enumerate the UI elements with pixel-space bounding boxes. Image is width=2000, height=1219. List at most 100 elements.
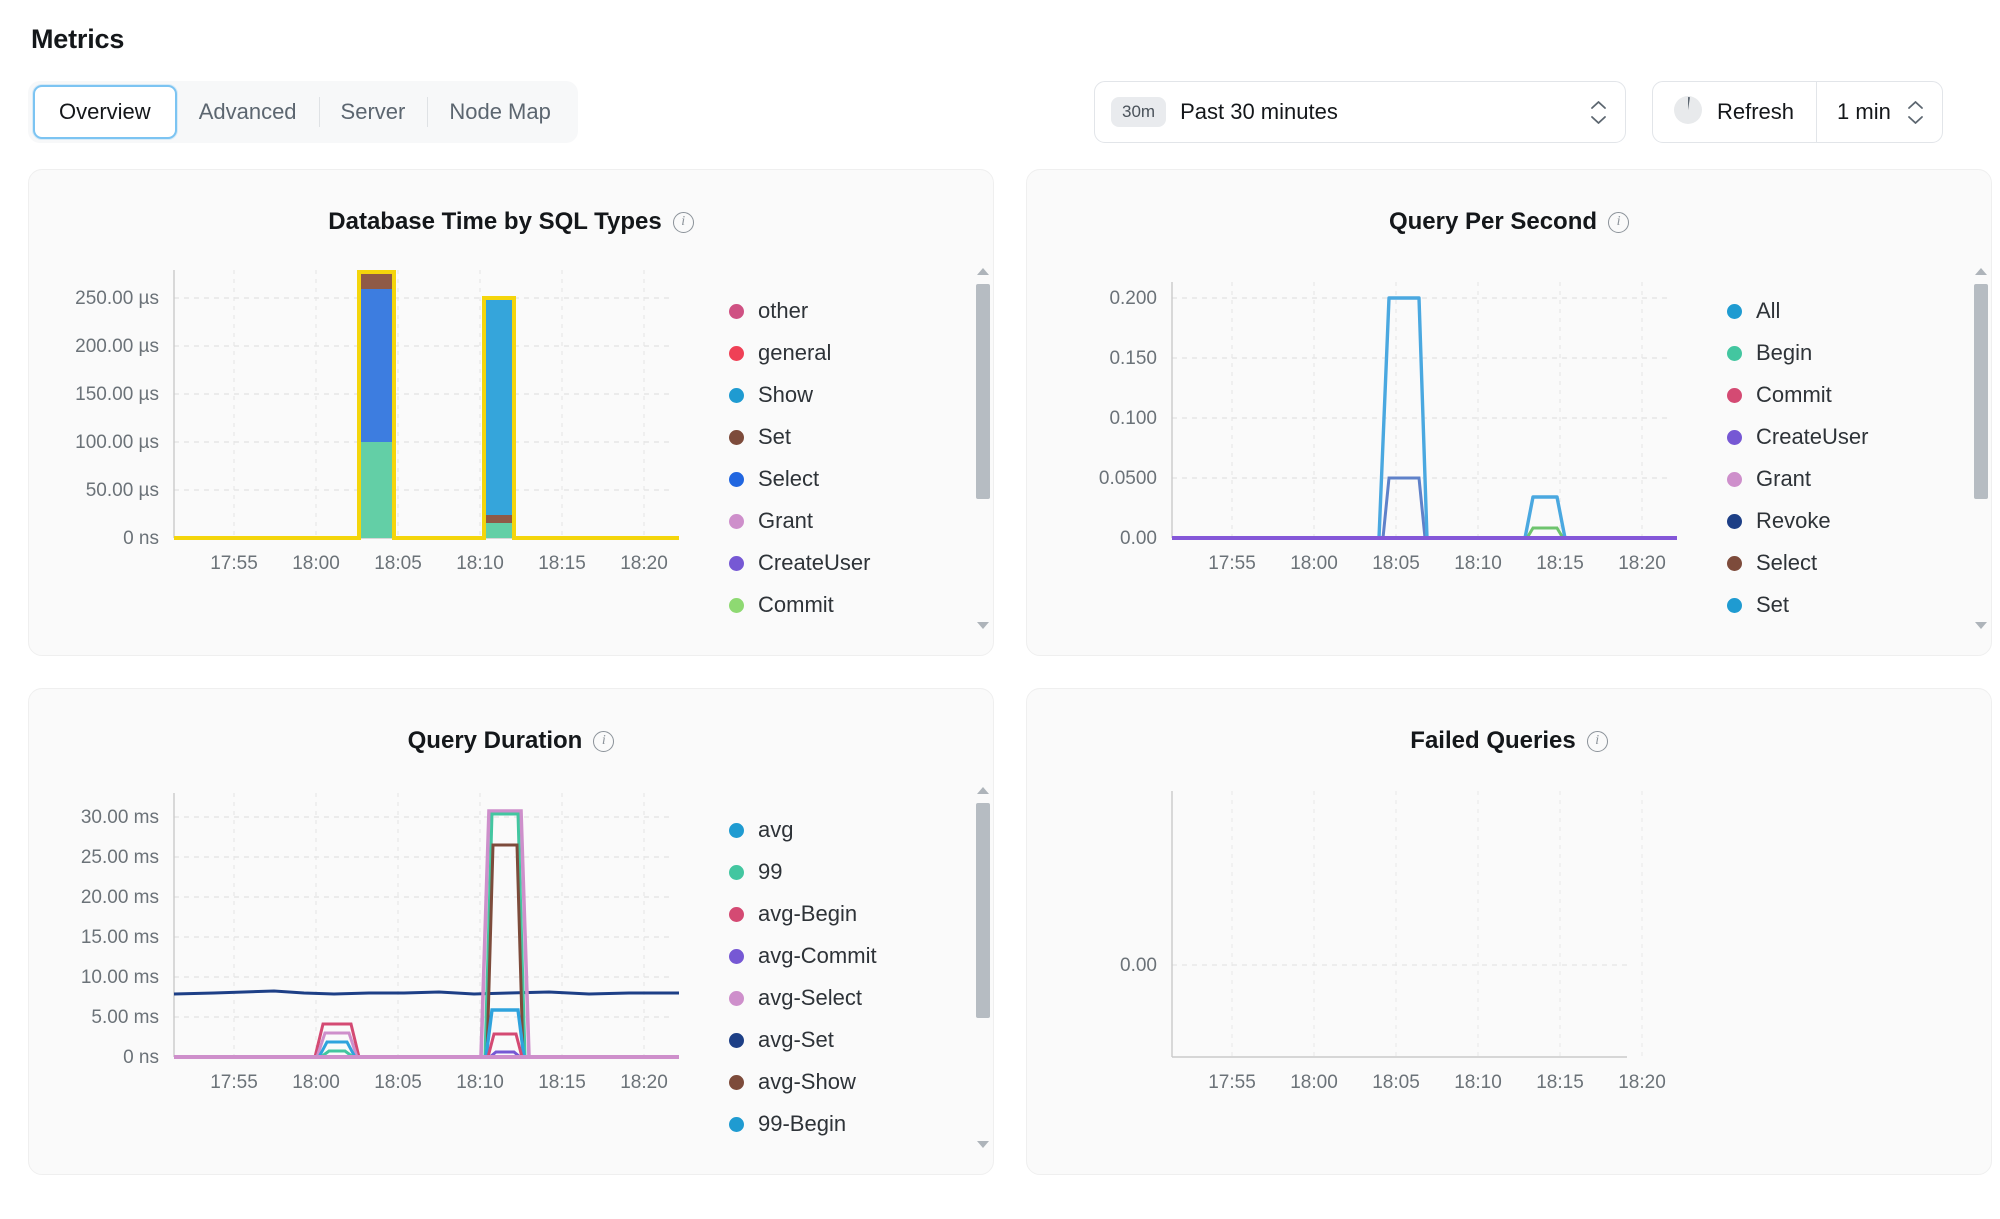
scrollbar-track[interactable] (1974, 282, 1988, 615)
legend-color-dot (729, 864, 744, 880)
legend-label: Revoke (1756, 508, 1831, 533)
x-tick: 18:15 (1536, 1072, 1584, 1093)
info-icon[interactable]: i (593, 730, 615, 752)
legend-item[interactable]: Grant (729, 500, 973, 542)
plot-area-database-time[interactable]: 250.00 µs 200.00 µs 150.00 µs 100.00 µs … (29, 262, 729, 633)
legend-scrollbar[interactable] (1973, 268, 1989, 629)
legend-color-dot (729, 429, 744, 445)
plot-area-failed-queries[interactable]: 0.00 17:55 18:00 18:05 18:10 18:15 18:20 (1027, 781, 1993, 1152)
info-icon[interactable]: i (672, 211, 694, 233)
x-tick: 17:55 (1208, 553, 1256, 574)
legend-item[interactable]: avg-Set (729, 1019, 973, 1061)
legend-label: Grant (1756, 466, 1812, 491)
info-icon[interactable]: i (1608, 211, 1630, 233)
legend-color-dot (729, 513, 744, 529)
legend-list: All Begin Commit CreateUser Grant Revoke… (1727, 290, 1971, 626)
refresh-group: Refresh 1 min (1652, 81, 1943, 143)
legend-scrollbar[interactable] (975, 268, 991, 629)
legend-item[interactable]: Set (1727, 584, 1971, 626)
legend-item[interactable]: other (729, 290, 973, 332)
scrollbar-track[interactable] (976, 801, 990, 1134)
scroll-down-arrow-icon[interactable] (977, 622, 989, 629)
card-title: Query Per Second i (1027, 170, 1991, 236)
x-tick: 18:15 (538, 553, 586, 574)
legend-scrollbar[interactable] (975, 787, 991, 1148)
legend-item[interactable]: All (1727, 290, 1971, 332)
legend-item[interactable]: avg-Select (729, 977, 973, 1019)
legend-label: avg-Begin (758, 901, 858, 926)
legend-color-dot (729, 597, 744, 613)
legend-color-dot (729, 906, 744, 922)
legend-item[interactable]: CreateUser (1727, 416, 1971, 458)
legend-item[interactable]: Commit (1727, 374, 1971, 416)
legend-item[interactable]: Revoke (1727, 500, 1971, 542)
card-title: Query Duration i (29, 689, 993, 755)
card-title: Database Time by SQL Types i (29, 170, 993, 236)
legend-item[interactable]: avg-Show (729, 1061, 973, 1103)
toolbar: Overview Advanced Server Node Map 30m Pa… (28, 81, 1972, 143)
x-tick: 18:10 (1454, 1072, 1502, 1093)
scroll-down-arrow-icon[interactable] (977, 1141, 989, 1148)
y-tick: 150.00 µs (75, 384, 159, 405)
refresh-interval-select[interactable]: 1 min (1816, 82, 1942, 142)
scrollbar-thumb[interactable] (976, 284, 990, 499)
chevron-updown-icon[interactable] (1590, 100, 1607, 125)
y-tick: 0.150 (1109, 348, 1157, 369)
refresh-spinner-icon (1673, 95, 1703, 130)
tab-overview[interactable]: Overview (33, 85, 177, 139)
info-icon[interactable]: i (1586, 730, 1608, 752)
legend-item[interactable]: Set (729, 416, 973, 458)
legend-color-dot (1727, 387, 1742, 403)
tab-node-map[interactable]: Node Map (427, 86, 573, 138)
legend-label: Begin (1756, 340, 1813, 365)
scroll-up-arrow-icon[interactable] (977, 268, 989, 275)
legend-label: avg-Commit (758, 943, 877, 968)
legend-item[interactable]: 99 (729, 851, 973, 893)
legend-label: Select (1756, 550, 1818, 575)
tab-server[interactable]: Server (318, 86, 428, 138)
y-tick: 200.00 µs (75, 336, 159, 357)
legend-item[interactable]: avg-Commit (729, 935, 973, 977)
chart-grid: Database Time by SQL Types i 250.00 µs 2… (28, 169, 1992, 1175)
legend-item[interactable]: Select (1727, 542, 1971, 584)
legend-item[interactable]: Select (729, 458, 973, 500)
x-tick: 18:10 (456, 553, 504, 574)
legend-color-dot (729, 1074, 744, 1090)
x-tick: 18:15 (538, 1072, 586, 1093)
scrollbar-track[interactable] (976, 282, 990, 615)
scroll-down-arrow-icon[interactable] (1975, 622, 1987, 629)
scrollbar-thumb[interactable] (976, 803, 990, 1018)
legend-item[interactable]: general (729, 332, 973, 374)
legend-item[interactable]: avg-Begin (729, 893, 973, 935)
chart-body: 30.00 ms 25.00 ms 20.00 ms 15.00 ms 10.0… (29, 781, 993, 1152)
tab-node-map-label: Node Map (449, 99, 551, 124)
card-database-time-by-sql-types: Database Time by SQL Types i 250.00 µs 2… (28, 169, 994, 656)
legend-item[interactable]: CreateUser (729, 542, 973, 584)
y-tick: 0.100 (1109, 408, 1157, 429)
y-tick: 0.200 (1109, 288, 1157, 309)
y-tick: 0.0500 (1099, 468, 1157, 489)
legend-color-dot (729, 822, 744, 838)
scroll-up-arrow-icon[interactable] (1975, 268, 1987, 275)
legend-item[interactable]: Grant (1727, 458, 1971, 500)
tab-advanced[interactable]: Advanced (177, 86, 319, 138)
x-tick: 18:15 (1536, 553, 1584, 574)
legend-color-dot (729, 948, 744, 964)
legend-item[interactable]: Show (729, 374, 973, 416)
scrollbar-thumb[interactable] (1974, 284, 1988, 499)
legend-list: other general Show Set Select Grant Crea… (729, 290, 973, 626)
legend-item[interactable]: 99-Begin (729, 1103, 973, 1145)
time-range-select[interactable]: 30m Past 30 minutes (1094, 81, 1626, 143)
x-tick: 18:00 (292, 1072, 340, 1093)
refresh-button[interactable]: Refresh (1653, 82, 1816, 142)
legend-color-dot (1727, 429, 1742, 445)
chevron-updown-icon[interactable] (1907, 100, 1924, 125)
legend-item[interactable]: Commit (729, 584, 973, 626)
y-tick: 30.00 ms (81, 807, 159, 828)
x-tick: 17:55 (1208, 1072, 1256, 1093)
scroll-up-arrow-icon[interactable] (977, 787, 989, 794)
plot-area-query-duration[interactable]: 30.00 ms 25.00 ms 20.00 ms 15.00 ms 10.0… (29, 781, 729, 1152)
legend-item[interactable]: Begin (1727, 332, 1971, 374)
legend-item[interactable]: avg (729, 809, 973, 851)
plot-area-query-per-second[interactable]: 0.200 0.150 0.100 0.0500 0.00 17:55 18:0… (1027, 262, 1727, 633)
